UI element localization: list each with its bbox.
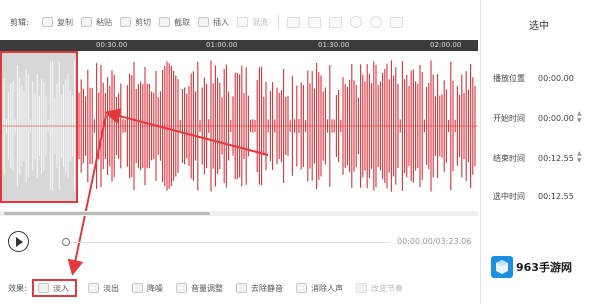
selection-highlight-box [0, 51, 78, 203]
edit-toolbar-label: 剪辑: [10, 17, 29, 27]
copy-icon [42, 17, 53, 27]
toolbar-divider [278, 15, 279, 29]
copy-button[interactable]: 复制 [42, 17, 73, 28]
crop-button-label: 截取 [174, 17, 190, 27]
paste-button[interactable]: 粘贴 [81, 17, 112, 28]
cut-button-label: 剪切 [135, 17, 151, 27]
paste-icon [81, 17, 92, 27]
paste-button-label: 粘贴 [96, 17, 112, 27]
denoise-label: 降噪 [147, 283, 163, 293]
denoise-icon [132, 283, 143, 293]
playhead-handle[interactable] [62, 238, 70, 246]
mix-button[interactable]: 混流 [237, 17, 268, 28]
cut-button[interactable]: 剪切 [120, 17, 151, 28]
insert-button-label: 插入 [213, 17, 229, 27]
panel-title: 选中 [529, 21, 549, 32]
scrollbar-thumb[interactable] [4, 212, 210, 215]
crop-button[interactable]: 截取 [159, 17, 190, 28]
volume-adjust-label: 音量调整 [191, 283, 223, 293]
fade-out-button[interactable]: 淡出 [86, 279, 121, 297]
timeline-tick-label: 00:30.00 [96, 41, 128, 49]
selection-duration-row: 选中时间 00:12.55 [493, 191, 593, 202]
crop-icon [159, 17, 170, 27]
mix-button-label: 混流 [252, 17, 268, 27]
tempo-icon [356, 283, 367, 293]
watermark-logo-icon [491, 256, 513, 278]
zoom-in-icon[interactable] [350, 16, 362, 28]
remove-vocal-label: 消除人声 [311, 283, 343, 293]
remove-silence-icon [236, 283, 247, 293]
copy-button-label: 复制 [57, 17, 73, 27]
selection-duration-value: 00:12.55 [538, 192, 574, 201]
start-time-field[interactable]: 00:00.00 [538, 114, 574, 123]
remove-silence-button[interactable]: 去除静音 [234, 279, 285, 297]
end-time-label: 结束时间 [493, 154, 525, 163]
remove-vocal-icon [296, 283, 307, 293]
timeline-tick-label: 02:00.00 [430, 41, 462, 49]
volume-adjust-icon [176, 283, 187, 293]
zoom-out-icon[interactable] [370, 16, 382, 28]
mix-icon [237, 17, 248, 27]
effects-toolbar: 效果: 淡入 淡出 降噪 音量调整 去除静音 消除人声 改变节奏 [0, 278, 480, 298]
timeline-tick-label: 01:00.00 [206, 41, 238, 49]
insert-icon [198, 17, 209, 27]
playback-position-label: 播放位置 [493, 74, 525, 83]
volume-adjust-button[interactable]: 音量调整 [174, 279, 225, 297]
start-time-stepper[interactable]: ▲ ▼ [577, 110, 582, 124]
tempo-label: 改变节奏 [371, 283, 403, 293]
play-button[interactable] [8, 231, 29, 252]
time-readout: 00:00.00/03:23.06 [397, 237, 472, 246]
start-time-label: 开始时间 [493, 114, 525, 123]
effects-label: 效果: [8, 283, 27, 293]
remove-silence-label: 去除静音 [251, 283, 283, 293]
fade-in-icon [38, 283, 49, 293]
end-time-stepper[interactable]: ▲ ▼ [577, 150, 582, 164]
timeline-ruler[interactable]: 00:30.00 01:00.00 01:30.00 02:00.00 [0, 40, 478, 51]
playback-position-value: 00:00.00 [538, 74, 574, 83]
redo-icon[interactable] [308, 16, 321, 28]
timeline-tick-label: 01:30.00 [318, 41, 350, 49]
playback-position-row: 播放位置 00:00.00 [493, 73, 593, 84]
remove-vocal-button[interactable]: 消除人声 [294, 279, 345, 297]
site-watermark: 963手游网 [491, 256, 572, 278]
delete-icon[interactable] [329, 16, 342, 28]
tempo-button[interactable]: 改变节奏 [354, 279, 405, 297]
edit-toolbar: 剪辑: 复制 粘贴 剪切 截取 插入 混流 [0, 10, 480, 34]
denoise-button[interactable]: 降噪 [130, 279, 165, 297]
fade-in-label: 淡入 [53, 283, 69, 293]
undo-icon[interactable] [287, 16, 300, 28]
fade-in-button[interactable]: 淡入 [32, 279, 77, 297]
fade-out-label: 淡出 [103, 283, 119, 293]
end-time-field[interactable]: 00:12.55 [538, 154, 574, 163]
fade-out-icon [88, 283, 99, 293]
fit-icon[interactable] [390, 16, 403, 28]
cut-icon [120, 17, 131, 27]
playback-progress-track[interactable] [72, 242, 390, 243]
insert-button[interactable]: 插入 [198, 17, 229, 28]
watermark-text: 963手游网 [516, 261, 572, 274]
selection-duration-label: 选中时间 [493, 192, 525, 201]
